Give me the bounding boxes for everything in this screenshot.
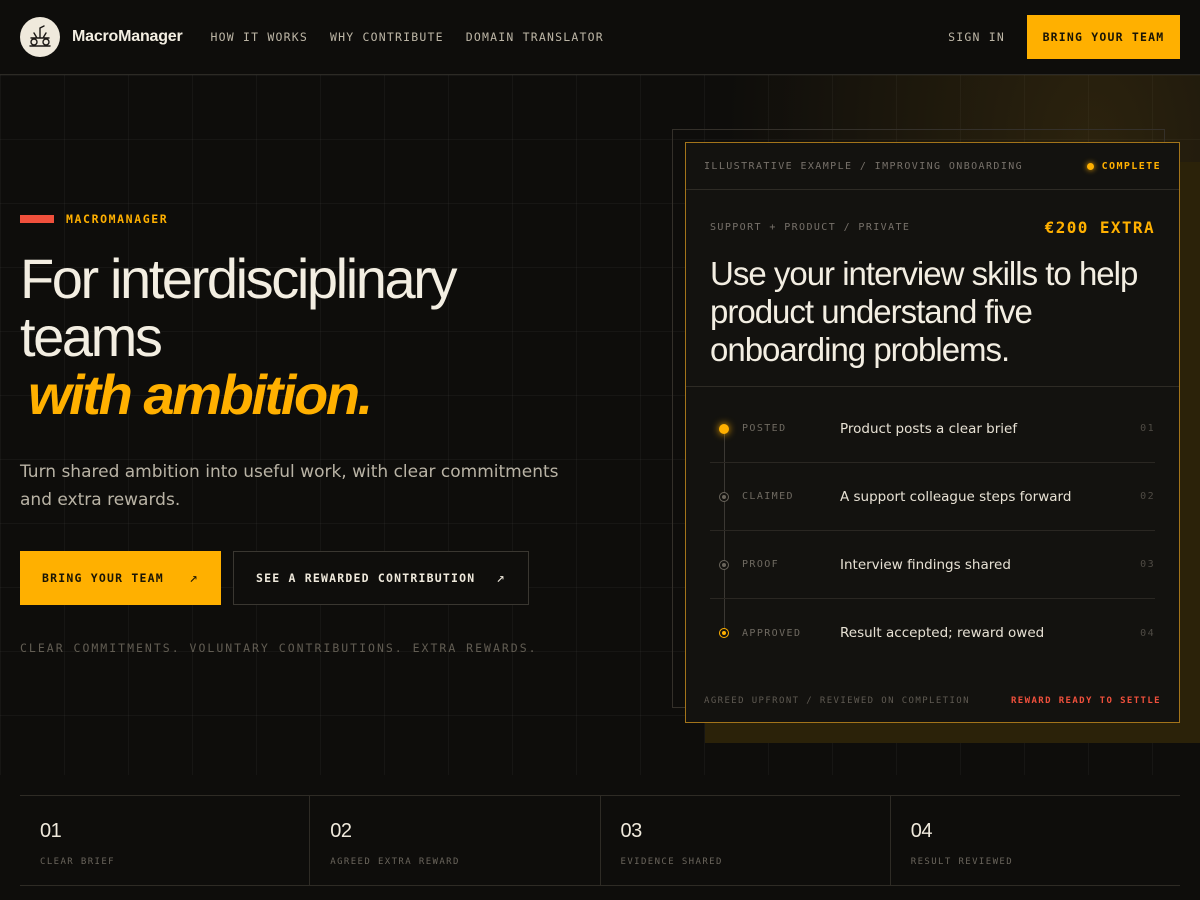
step-dot-icon bbox=[719, 559, 729, 570]
eyebrow-text: MACROMANAGER bbox=[66, 212, 169, 226]
see-contribution-label: SEE A REWARDED CONTRIBUTION bbox=[256, 571, 476, 585]
step-status: PROOF bbox=[742, 559, 780, 570]
hero-title-accent: with ambition. bbox=[28, 363, 373, 426]
hero-title-line1: For interdisciplinary bbox=[20, 247, 457, 310]
step-row: APPROVED Result accepted; reward owed 04 bbox=[710, 599, 1155, 667]
card-title: Use your interview skills to help produc… bbox=[710, 255, 1138, 368]
nav-domain-translator[interactable]: DOMAIN TRANSLATOR bbox=[466, 30, 604, 44]
step-row: CLAIMED A support colleague steps forwar… bbox=[710, 463, 1155, 531]
header-bring-team-button[interactable]: BRING YOUR TEAM bbox=[1027, 15, 1180, 59]
header-actions: SIGN IN BRING YOUR TEAM bbox=[948, 15, 1180, 59]
step-dot-icon bbox=[719, 491, 729, 502]
arrow-up-right-icon: ↗ bbox=[496, 570, 506, 586]
step-dot-icon bbox=[719, 423, 729, 434]
step-number: 04 bbox=[1140, 627, 1155, 639]
ant-rider-logo-icon[interactable] bbox=[20, 17, 60, 57]
hero-eyebrow: MACROMANAGER bbox=[20, 212, 168, 226]
stat-label: EVIDENCE SHARED bbox=[620, 857, 723, 867]
card-footer: AGREED UPFRONT / REVIEWED ON COMPLETION … bbox=[686, 696, 1179, 706]
stats-strip: 01 CLEAR BRIEF 02 AGREED EXTRA REWARD 03… bbox=[20, 795, 1180, 886]
stat-number: 02 bbox=[330, 820, 352, 842]
stat-label: RESULT REVIEWED bbox=[910, 857, 1014, 867]
step-text: A support colleague steps forward bbox=[840, 488, 1072, 505]
stat-number: 01 bbox=[40, 820, 62, 842]
step-status: POSTED bbox=[742, 423, 787, 434]
stat-label: AGREED EXTRA REWARD bbox=[330, 857, 460, 867]
hero-tagline: CLEAR COMMITMENTS. VOLUNTARY CONTRIBUTIO… bbox=[20, 641, 538, 655]
step-timeline: POSTED Product posts a clear brief 01 CL… bbox=[686, 387, 1179, 667]
stat-item: 01 CLEAR BRIEF bbox=[20, 796, 311, 885]
step-row: PROOF Interview findings shared 03 bbox=[710, 531, 1155, 599]
card-meta-label: SUPPORT + PRODUCT / PRIVATE bbox=[710, 222, 911, 233]
step-number: 02 bbox=[1140, 491, 1155, 502]
status-dot-icon bbox=[1086, 162, 1094, 170]
example-card: ILLUSTRATIVE EXAMPLE / IMPROVING ONBOARD… bbox=[685, 142, 1180, 723]
step-number: 03 bbox=[1140, 559, 1155, 570]
step-text: Interview findings shared bbox=[840, 556, 1011, 573]
stat-item: 04 RESULT REVIEWED bbox=[891, 796, 1180, 885]
main-nav: HOW IT WORKS WHY CONTRIBUTE DOMAIN TRANS… bbox=[211, 30, 604, 44]
bring-team-label: BRING YOUR TEAM bbox=[42, 571, 164, 585]
card-meta: SUPPORT + PRODUCT / PRIVATE €200 EXTRA bbox=[686, 218, 1179, 237]
brand-name[interactable]: MacroManager bbox=[72, 28, 183, 46]
sign-in-link[interactable]: SIGN IN bbox=[948, 30, 1005, 44]
nav-why-contribute[interactable]: WHY CONTRIBUTE bbox=[330, 30, 444, 44]
step-status: APPROVED bbox=[742, 627, 802, 639]
hero-title: For interdisciplinary teams with ambitio… bbox=[20, 250, 640, 424]
eyebrow-bar bbox=[20, 215, 54, 223]
stat-number: 04 bbox=[910, 820, 933, 842]
step-status: CLAIMED bbox=[742, 491, 794, 502]
arrow-up-right-icon: ↗ bbox=[189, 570, 199, 586]
card-footer-right: REWARD READY TO SETTLE bbox=[1010, 696, 1161, 706]
stat-number: 03 bbox=[620, 820, 643, 842]
hero-title-line2: teams bbox=[20, 305, 163, 368]
see-contribution-button[interactable]: SEE A REWARDED CONTRIBUTION ↗ bbox=[233, 551, 529, 605]
reward-amount: €200 EXTRA bbox=[1044, 218, 1155, 237]
step-number: 01 bbox=[1140, 423, 1155, 434]
stat-label: CLEAR BRIEF bbox=[40, 857, 116, 867]
status-text: COMPLETE bbox=[1101, 160, 1161, 172]
card-header-label: ILLUSTRATIVE EXAMPLE / IMPROVING ONBOARD… bbox=[704, 160, 1024, 172]
status-badge: COMPLETE bbox=[1086, 160, 1161, 172]
step-text: Result accepted; reward owed bbox=[840, 625, 1045, 641]
step-text: Product posts a clear brief bbox=[840, 420, 1018, 437]
card-footer-left: AGREED UPFRONT / REVIEWED ON COMPLETION bbox=[704, 696, 970, 706]
step-row: POSTED Product posts a clear brief 01 bbox=[710, 395, 1155, 463]
stat-item: 03 EVIDENCE SHARED bbox=[601, 796, 891, 885]
stat-item: 02 AGREED EXTRA REWARD bbox=[310, 796, 601, 885]
hero-subtitle: Turn shared ambition into useful work, w… bbox=[20, 462, 559, 510]
step-dot-icon bbox=[719, 628, 729, 638]
nav-how-it-works[interactable]: HOW IT WORKS bbox=[211, 30, 308, 44]
card-header: ILLUSTRATIVE EXAMPLE / IMPROVING ONBOARD… bbox=[686, 143, 1179, 190]
site-header: MacroManager HOW IT WORKS WHY CONTRIBUTE… bbox=[0, 0, 1200, 75]
bring-team-button[interactable]: BRING YOUR TEAM ↗ bbox=[20, 551, 221, 605]
hero-cta-row: BRING YOUR TEAM ↗ SEE A REWARDED CONTRIB… bbox=[20, 551, 529, 605]
